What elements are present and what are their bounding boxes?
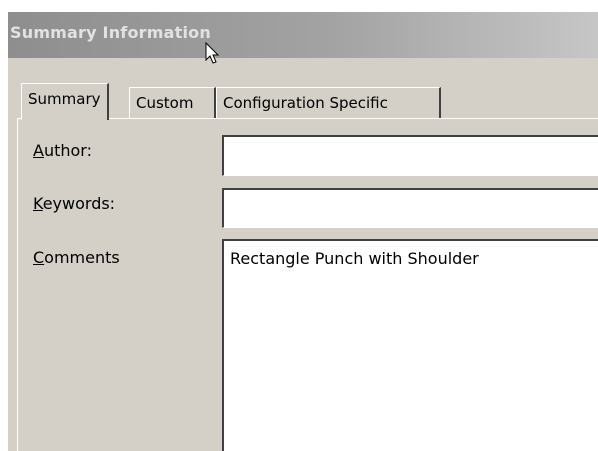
mouse-pointer-icon <box>205 42 220 64</box>
keywords-label-accel: K <box>33 194 43 213</box>
author-field[interactable] <box>222 135 598 176</box>
keywords-label-rest: eywords: <box>42 194 116 213</box>
tab-configuration-specific[interactable]: Configuration Specific <box>216 87 441 119</box>
author-label-accel: A <box>33 141 44 160</box>
keywords-label: Keywords: <box>33 194 115 213</box>
comments-label-accel: C <box>33 248 45 267</box>
comments-label: Comments <box>33 248 120 267</box>
author-label: Author: <box>33 141 92 160</box>
dialog-title: Summary Information <box>10 23 211 42</box>
title-bar[interactable]: Summary Information <box>8 12 598 58</box>
tab-custom[interactable]: Custom <box>129 87 216 119</box>
tab-panel-left-border <box>17 118 18 451</box>
comments-field[interactable]: Rectangle Punch with Shoulder <box>222 239 598 451</box>
comments-label-rest: omments <box>44 248 120 267</box>
author-label-rest: uthor: <box>43 141 92 160</box>
summary-information-dialog: Summary Information Summary Custom Confi… <box>8 12 598 451</box>
keywords-field[interactable] <box>222 188 598 228</box>
tab-summary[interactable]: Summary <box>21 83 109 120</box>
